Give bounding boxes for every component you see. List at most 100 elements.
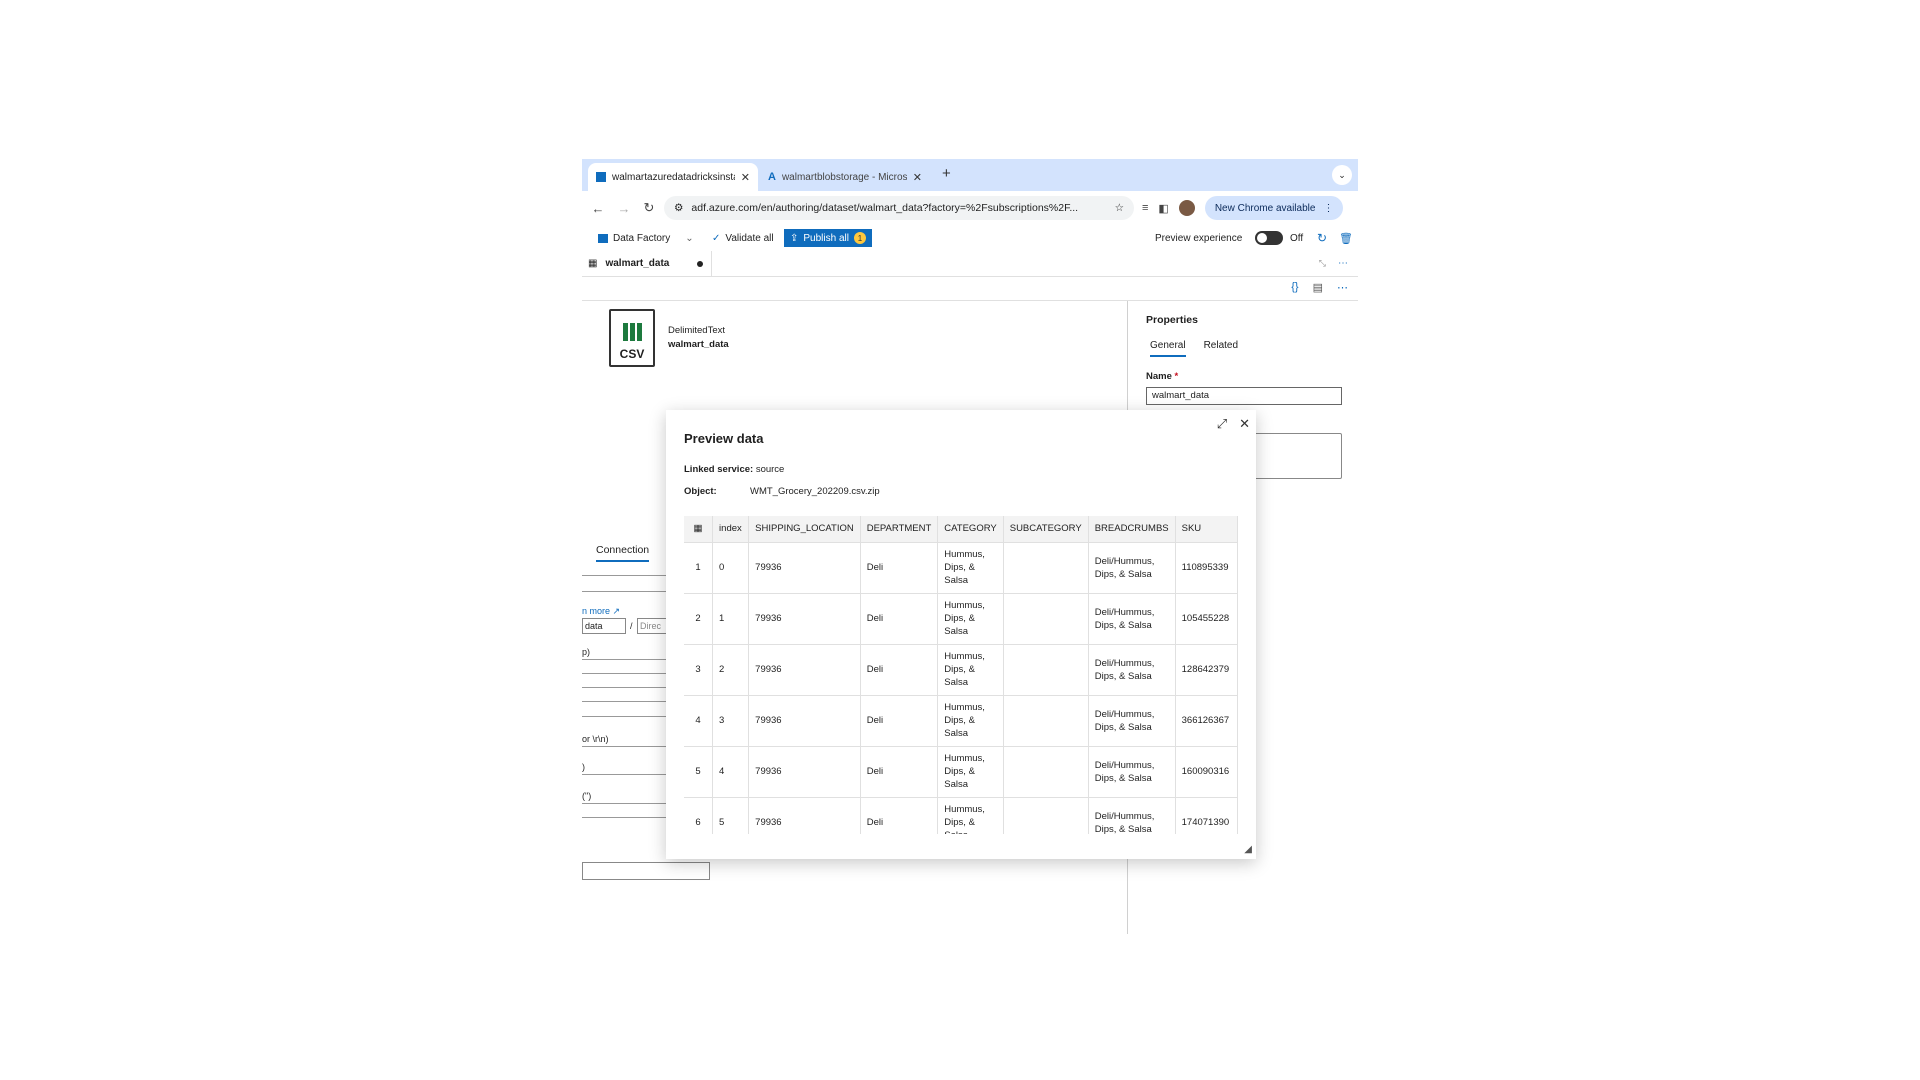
back-button[interactable]: ← [586, 201, 610, 216]
publish-all-button[interactable]: ⇪ Publish all 1 [784, 229, 872, 247]
forward-button[interactable]: → [612, 201, 636, 216]
resize-handle-icon[interactable]: ◢ [1244, 844, 1252, 855]
tab-related[interactable]: Related [1204, 340, 1238, 357]
tab-walmart-data[interactable]: ▦ walmart_data [582, 251, 712, 276]
refresh-icon[interactable]: ↻ [1317, 231, 1327, 245]
more-icon[interactable]: ⋯ [1338, 258, 1348, 269]
browser-tab-adf[interactable]: walmartazuredatadricksinsta ✕ [588, 163, 758, 191]
quote-char-field[interactable]: (") [582, 791, 591, 801]
required-mark: * [1174, 371, 1179, 382]
preview-data-dialog: ⤢ ✕ Preview data Linked service: source … [666, 410, 1256, 859]
learn-more-text: n more [582, 606, 611, 616]
row-number: 6 [684, 796, 714, 834]
cell: Deli [860, 694, 939, 746]
column-header: BREADCRUMBS [1088, 516, 1176, 542]
compression-field[interactable]: p) [582, 647, 590, 657]
url-text: adf.azure.com/en/authoring/dataset/walma… [691, 202, 1079, 214]
name-input[interactable]: walmart_data [1146, 387, 1342, 405]
object-label: Object: [684, 486, 717, 497]
table-row: 5 4 79936 Deli Hummus, Dips, & Salsa Del… [684, 745, 1238, 797]
cell: Deli [860, 592, 939, 644]
cell: Deli/Hummus, Dips, & Salsa [1088, 592, 1176, 644]
more-icon[interactable]: ⋯ [1337, 281, 1348, 294]
null-value-input[interactable] [582, 862, 710, 880]
column-header: SKU [1175, 516, 1238, 542]
column-header: SUBCATEGORY [1003, 516, 1089, 542]
divider [582, 701, 667, 702]
column-header: index [712, 516, 750, 542]
preview-table: ▦ index SHIPPING_LOCATION DEPARTMENT CAT… [684, 516, 1238, 834]
cell: 79936 [748, 796, 861, 834]
collapse-icon[interactable]: ⤡ [1319, 258, 1326, 269]
directory-placeholder: Direc [640, 621, 662, 631]
avatar[interactable] [1178, 200, 1195, 216]
star-icon[interactable]: ☆ [1115, 202, 1124, 214]
cell: 79936 [748, 643, 861, 695]
address-row: ← → ↻ ⚙ adf.azure.com/en/authoring/datas… [582, 191, 1358, 225]
cell: 105455228 [1175, 592, 1238, 644]
tab-search-button[interactable]: ⌄ [1332, 165, 1352, 185]
close-icon[interactable]: ✕ [1239, 416, 1250, 432]
table-row: 6 5 79936 Deli Hummus, Dips, & Salsa Del… [684, 796, 1238, 834]
cell: 128642379 [1175, 643, 1238, 695]
new-tab-button[interactable]: + [942, 165, 951, 182]
preview-experience-toggle[interactable] [1255, 231, 1283, 245]
address-bar[interactable]: ⚙ adf.azure.com/en/authoring/dataset/wal… [664, 196, 1134, 220]
divider [582, 673, 667, 674]
more-vert-icon[interactable]: ⋮ [1323, 203, 1333, 214]
site-settings-icon[interactable]: ⚙ [674, 202, 683, 214]
publish-label: Publish all [803, 232, 849, 244]
divider [582, 803, 667, 804]
container-value: data [585, 621, 603, 631]
toggle-state-label: Off [1290, 232, 1304, 244]
divider [582, 687, 667, 688]
code-icon[interactable]: {} [1291, 281, 1298, 294]
reload-button[interactable]: ↻ [637, 200, 661, 216]
discard-icon[interactable]: 🗑 [1339, 232, 1353, 245]
learn-more-link[interactable]: n more ↗ [582, 606, 620, 617]
cell [1003, 541, 1089, 593]
close-icon[interactable]: ✕ [913, 171, 922, 184]
row-number: 1 [684, 541, 714, 593]
cell: Deli/Hummus, Dips, & Salsa [1088, 745, 1176, 797]
side-panel-icon[interactable]: ◧ [1158, 202, 1168, 215]
properties-icon[interactable]: ▤ [1313, 281, 1323, 294]
spreadsheet-grid-icon [623, 323, 643, 341]
linked-service-row: Linked service: source [684, 464, 784, 475]
column-header: SHIPPING_LOCATION [748, 516, 861, 542]
tab-general[interactable]: General [1150, 340, 1186, 357]
tab-title: walmartazuredatadricksinsta [612, 171, 735, 183]
row-delimiter-field[interactable]: or \r\n) [582, 734, 609, 744]
expand-icon[interactable]: ⤢ [1217, 416, 1227, 432]
data-factory-menu[interactable]: Data Factory ⌄ [598, 233, 694, 244]
cell: Hummus, Dips, & Salsa [937, 694, 1004, 746]
chevron-down-icon: ⌄ [1338, 169, 1346, 180]
browser-tab-storage[interactable]: A walmartblobstorage - Micros ✕ [760, 163, 930, 191]
reading-list-icon[interactable]: ≡ [1142, 202, 1148, 214]
container-input[interactable]: data [582, 618, 626, 634]
validate-all-button[interactable]: ✓ Validate all [712, 233, 774, 244]
cell: 4 [712, 745, 750, 797]
properties-tabs: General Related [1150, 340, 1238, 357]
table-row: 1 0 79936 Deli Hummus, Dips, & Salsa Del… [684, 541, 1238, 593]
table-icon: ▦ [588, 258, 598, 269]
csv-file-icon: CSV [609, 309, 655, 367]
table-row: 2 1 79936 Deli Hummus, Dips, & Salsa Del… [684, 592, 1238, 644]
cell: Hummus, Dips, & Salsa [937, 592, 1004, 644]
cell: Deli/Hummus, Dips, & Salsa [1088, 643, 1176, 695]
doc-tab-label: walmart_data [605, 258, 670, 269]
tab-connection[interactable]: Connection [596, 544, 650, 562]
column-header: CATEGORY [937, 516, 1004, 542]
cell: 79936 [748, 592, 861, 644]
divider [582, 716, 667, 717]
close-icon[interactable]: ✕ [741, 171, 750, 184]
preview-table-wrapper[interactable]: ▦ index SHIPPING_LOCATION DEPARTMENT CAT… [684, 516, 1238, 834]
encoding-field[interactable]: ) [582, 762, 585, 772]
name-label-text: Name [1146, 371, 1172, 382]
validate-label: Validate all [725, 232, 774, 244]
divider [582, 591, 667, 592]
factory-icon [598, 233, 608, 243]
cell: 160090316 [1175, 745, 1238, 797]
linked-service-value: source [755, 464, 785, 475]
new-chrome-button[interactable]: New Chrome available ⋮ [1204, 196, 1344, 220]
